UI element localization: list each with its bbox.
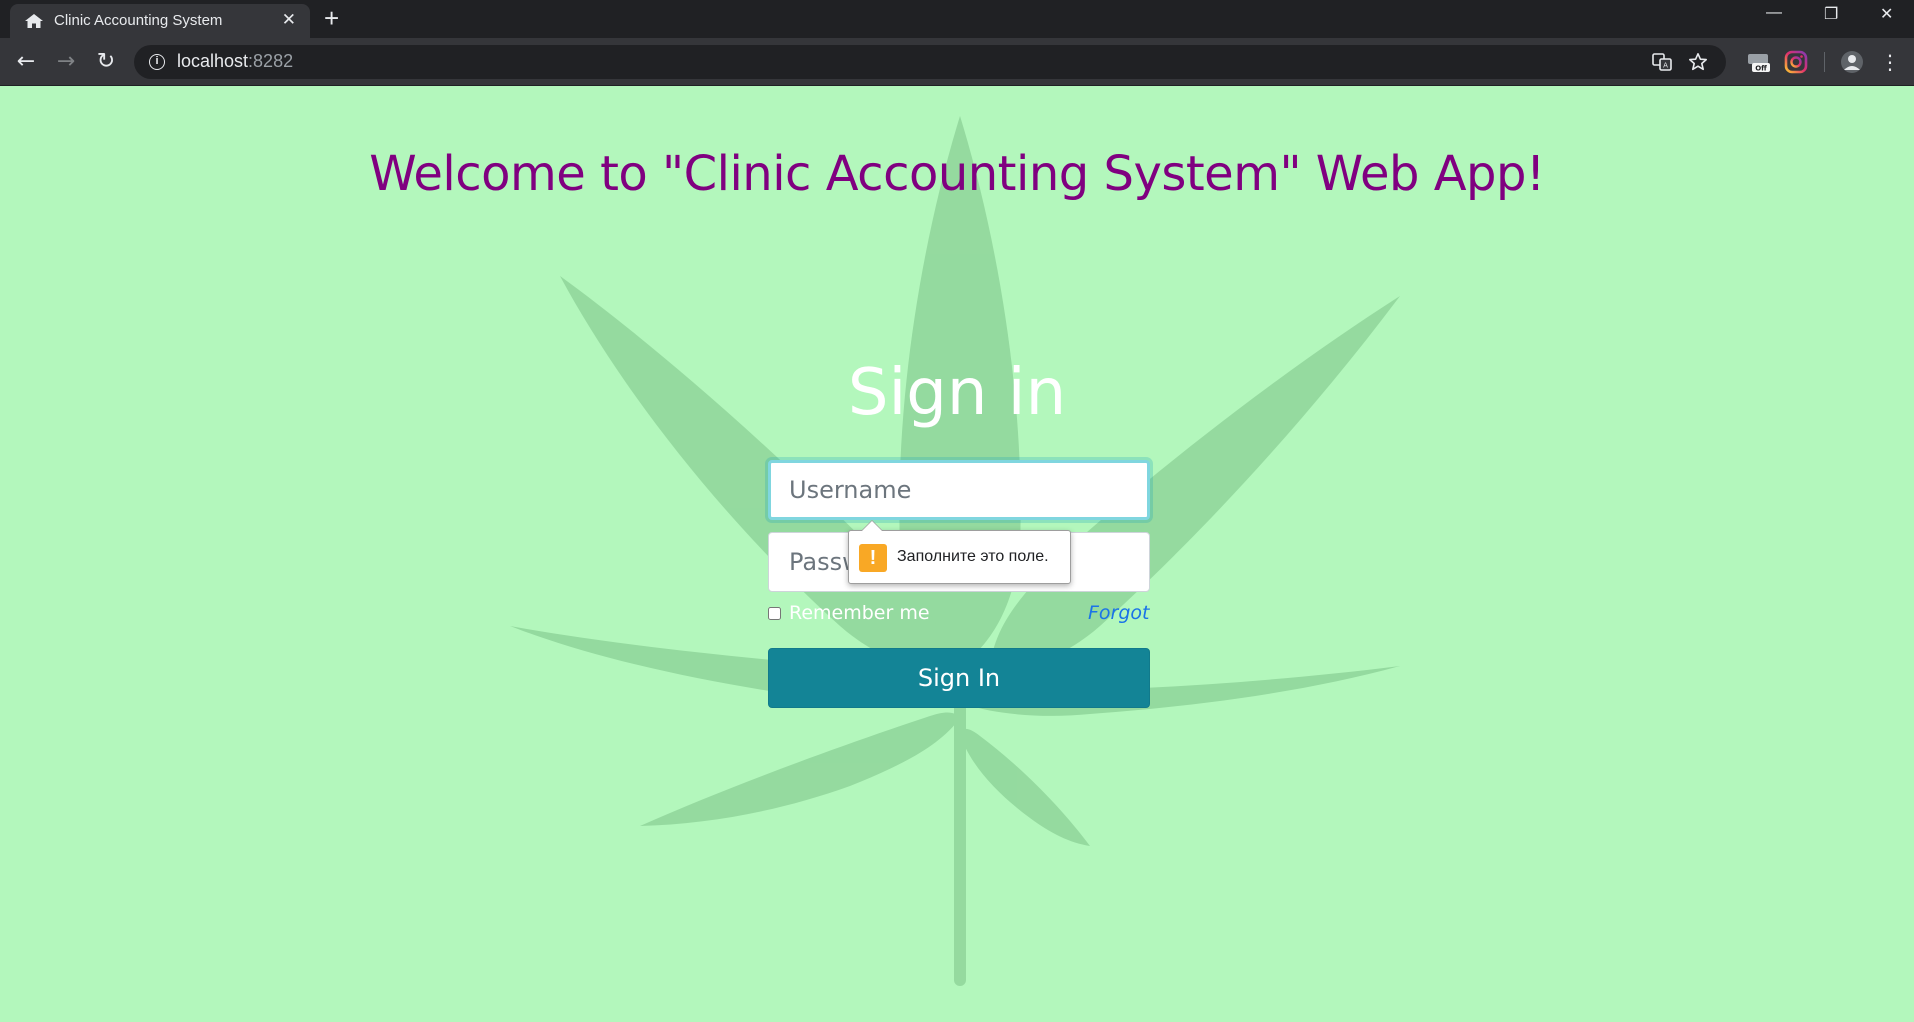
reload-icon[interactable]: ↻ — [92, 48, 120, 76]
star-icon[interactable] — [1688, 52, 1708, 72]
svg-text:A: A — [1663, 62, 1668, 70]
info-icon[interactable]: i — [149, 54, 165, 70]
remember-checkbox[interactable] — [768, 606, 781, 620]
minimize-button[interactable]: — — [1766, 4, 1782, 22]
home-icon — [25, 14, 43, 28]
welcome-heading: Welcome to "Clinic Accounting System" We… — [369, 146, 1545, 202]
tab-title: Clinic Accounting System — [54, 12, 223, 29]
remember-label: Remember me — [789, 602, 930, 624]
warning-icon: ! — [859, 544, 887, 572]
close-window-button[interactable]: ✕ — [1880, 4, 1893, 24]
browser-tab[interactable]: Clinic Accounting System ✕ — [10, 4, 310, 38]
instagram-icon[interactable] — [1784, 50, 1808, 74]
browser-toolbar: ← → ↻ i localhost:8282 A Off ⋮ — [0, 38, 1914, 86]
close-tab-icon[interactable]: ✕ — [282, 12, 296, 29]
menu-icon[interactable]: ⋮ — [1876, 48, 1904, 76]
url-text: localhost:8282 — [177, 51, 294, 71]
extension-off-icon[interactable]: Off — [1746, 50, 1770, 74]
validation-tooltip: ! Заполните это поле. — [848, 520, 1071, 584]
signin-button[interactable]: Sign In — [768, 648, 1150, 708]
forgot-link[interactable]: Forgot — [1088, 602, 1150, 624]
svg-text:Off: Off — [1755, 65, 1767, 73]
translate-icon[interactable]: A — [1652, 52, 1672, 72]
remember-me[interactable]: Remember me — [768, 602, 930, 624]
toolbar-divider — [1824, 52, 1825, 72]
restore-button[interactable]: ❐ — [1824, 4, 1838, 24]
back-icon[interactable]: ← — [12, 48, 40, 76]
new-tab-button[interactable]: + — [324, 5, 339, 31]
profile-avatar[interactable] — [1840, 50, 1864, 74]
login-page: Welcome to "Clinic Accounting System" We… — [0, 86, 1914, 1022]
validation-message: Заполните это поле. — [897, 548, 1049, 565]
username-input[interactable] — [768, 460, 1150, 520]
forward-icon[interactable]: → — [52, 48, 80, 76]
address-bar[interactable]: i localhost:8282 A — [134, 45, 1726, 79]
signin-heading: Sign in — [847, 356, 1067, 430]
tab-strip: Clinic Accounting System ✕ + — ❐ ✕ — [0, 0, 1914, 38]
